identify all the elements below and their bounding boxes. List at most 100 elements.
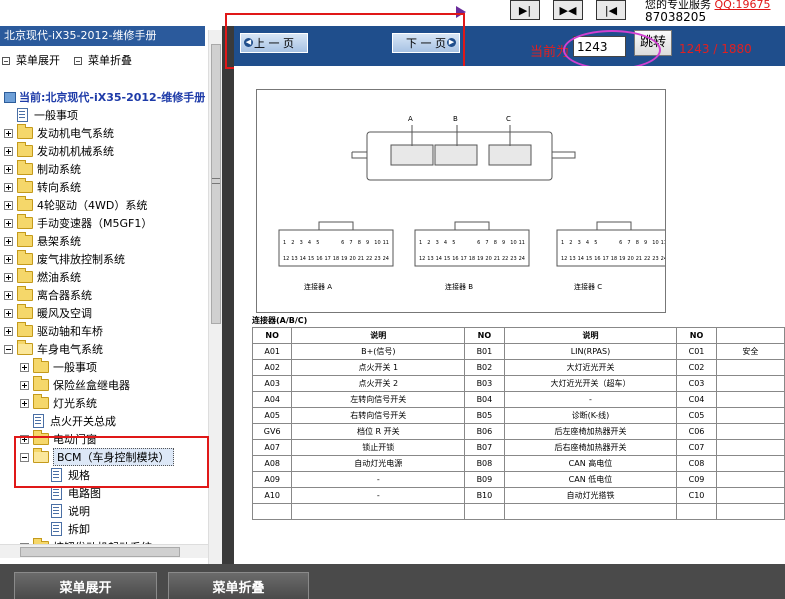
table-cell: 大灯近光开关: [503, 359, 678, 376]
page-end-icon[interactable]: ▶|: [510, 0, 540, 20]
two-page-icon[interactable]: ▶◀: [553, 0, 583, 20]
tree-item-label: 废气排放控制系统: [37, 253, 125, 266]
expand-node-icon[interactable]: [4, 218, 13, 228]
expand-node-icon[interactable]: [4, 308, 13, 318]
expand-node-icon[interactable]: [20, 362, 29, 372]
horizontal-scrollbar[interactable]: [0, 544, 208, 558]
table-cell: -: [291, 471, 466, 488]
tree-item[interactable]: 一般事项: [17, 106, 78, 124]
scrollbar-thumb[interactable]: [211, 44, 221, 324]
table-cell: B04: [464, 391, 505, 408]
tree-item[interactable]: 电动门窗: [20, 430, 97, 448]
tree-item[interactable]: 车身电气系统: [4, 340, 103, 358]
tree-item[interactable]: 手动变速器（M5GF1）: [4, 214, 152, 232]
pin-number: 24: [519, 256, 525, 262]
table-cell: 点火开关 2: [291, 375, 466, 392]
tree-item-label: 一般事项: [53, 361, 97, 374]
pin-number: 7: [485, 240, 488, 246]
expand-node-icon[interactable]: [4, 272, 13, 282]
tree-item[interactable]: 发动机电气系统: [4, 124, 114, 142]
page-start-icon[interactable]: |◀: [596, 0, 626, 20]
tree-item[interactable]: 离合器系统: [4, 286, 92, 304]
tree-item[interactable]: 一般事项: [20, 358, 97, 376]
table-cell: 后右座椅加热器开关: [503, 439, 678, 456]
expand-node-icon[interactable]: [4, 200, 13, 210]
expand-node-icon[interactable]: [4, 254, 13, 264]
pin-number: 13: [291, 256, 297, 262]
bcm-connector-diagram: A B C 1 2 3 4 5 6 7 8 9 10 11 12 13 14 15 16 17 18 19 20 21 2…: [256, 89, 672, 313]
expand-node-icon[interactable]: [20, 434, 29, 444]
table-cell: C01: [676, 343, 717, 360]
folder-icon: [17, 322, 33, 337]
expand-node-icon[interactable]: [4, 146, 13, 156]
tree-item-label: 车身电气系统: [37, 343, 103, 356]
tree-item[interactable]: 规格: [51, 466, 90, 484]
pin-number: 13: [427, 256, 433, 262]
qq-link[interactable]: QQ:19675: [715, 0, 771, 11]
conn-c-label: 连接器 C: [574, 282, 602, 291]
table-cell: [715, 391, 785, 408]
tree-item[interactable]: 4轮驱动（4WD）系统: [4, 196, 147, 214]
tree-item[interactable]: 发动机机械系统: [4, 142, 114, 160]
tree-item[interactable]: BCM（车身控制模块）: [20, 448, 174, 466]
tree-item[interactable]: 灯光系统: [20, 394, 97, 412]
vertical-scrollbar[interactable]: [208, 30, 222, 564]
folder-icon: [33, 394, 49, 409]
tree-item[interactable]: 废气排放控制系统: [4, 250, 125, 268]
next-page-button[interactable]: 下 一 页 ▶: [392, 33, 460, 53]
tree-item[interactable]: 电路图: [51, 484, 101, 502]
page-number-input[interactable]: [573, 36, 626, 57]
jump-button[interactable]: 跳转: [634, 30, 672, 56]
table-cell: CAN 高电位: [503, 455, 678, 472]
collapse-node-icon[interactable]: [20, 452, 29, 462]
pin-number: 4: [586, 240, 589, 246]
folder-icon: [17, 268, 33, 283]
tree-item[interactable]: 点火开关总成: [33, 412, 116, 430]
expand-node-icon[interactable]: [4, 236, 13, 246]
expand-node-icon[interactable]: [4, 326, 13, 336]
pin-number: 18: [333, 256, 339, 262]
pin-number: 11: [661, 240, 665, 246]
tree-item-label: 电路图: [68, 487, 101, 500]
table-title: 连接器(A/B/C): [252, 316, 308, 325]
tree-root[interactable]: 当前:北京现代-iX35-2012-维修手册: [4, 88, 205, 106]
expand-menu-button[interactable]: 菜单展开: [2, 52, 60, 68]
panel-divider[interactable]: [222, 0, 234, 564]
table-cell: C08: [676, 455, 717, 472]
expand-node-icon[interactable]: [4, 164, 13, 174]
scrollbar-thumb[interactable]: [20, 547, 180, 557]
expand-node-icon[interactable]: [20, 398, 29, 408]
tree-item-label: 电动门窗: [53, 433, 97, 446]
expand-node-icon[interactable]: [4, 128, 13, 138]
pin-number: 3: [300, 240, 303, 246]
connector-latch: [318, 221, 354, 231]
tree-item[interactable]: 拆卸: [51, 520, 90, 538]
expand-node-icon[interactable]: [4, 182, 13, 192]
tree-item[interactable]: 驱动轴和车桥: [4, 322, 103, 340]
tree-item[interactable]: 说明: [51, 502, 90, 520]
purple-arrow-icon: [456, 6, 470, 18]
tree-item-label: 说明: [68, 505, 90, 518]
tree-item[interactable]: 悬架系统: [4, 232, 81, 250]
pin-number: 19: [619, 256, 625, 262]
prev-page-button[interactable]: ◀ 上 一 页: [240, 33, 308, 53]
tree-item[interactable]: 制动系统: [4, 160, 81, 178]
table-cell: 右转向信号开关: [291, 407, 466, 424]
collapse-menu-button[interactable]: 菜单折叠: [74, 52, 132, 68]
table-cell: B05: [464, 407, 505, 424]
folder-icon: [17, 214, 33, 229]
tree-item[interactable]: 燃油系统: [4, 268, 81, 286]
bottom-collapse-button[interactable]: 菜单折叠: [168, 572, 309, 599]
table-cell: [715, 439, 785, 456]
collapse-node-icon[interactable]: [4, 344, 13, 354]
tree-item[interactable]: 转向系统: [4, 178, 81, 196]
expand-node-icon[interactable]: [20, 380, 29, 390]
expand-node-icon[interactable]: [4, 290, 13, 300]
tree-item[interactable]: 暖风及空调: [4, 304, 92, 322]
folder-icon: [17, 250, 33, 265]
tree-item-label: 点火开关总成: [50, 415, 116, 428]
left-panel: 北京现代-iX35-2012-维修手册 菜单展开 菜单折叠 当前:北京现代-iX…: [0, 0, 222, 564]
tree-item[interactable]: 保险丝盒继电器: [20, 376, 130, 394]
bottom-expand-button[interactable]: 菜单展开: [14, 572, 157, 599]
pin-number: 18: [611, 256, 617, 262]
